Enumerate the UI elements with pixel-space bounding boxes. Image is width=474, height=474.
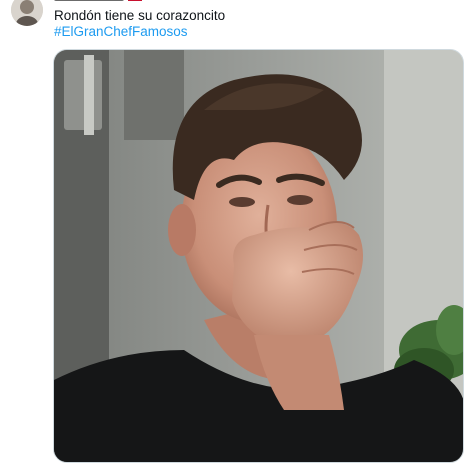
flag-icon	[128, 0, 142, 1]
tweet-author-line[interactable]	[54, 0, 314, 5]
crying-man-photo	[54, 50, 463, 462]
tweet: Rondón tiene su corazoncito #ElGranChefF…	[0, 0, 474, 474]
tweet-text: Rondón tiene su corazoncito	[54, 8, 226, 23]
author-name	[54, 0, 124, 1]
tweet-media-image[interactable]	[53, 49, 464, 463]
avatar[interactable]	[11, 0, 43, 26]
hashtag-link[interactable]: #ElGranChefFamosos	[54, 24, 188, 40]
